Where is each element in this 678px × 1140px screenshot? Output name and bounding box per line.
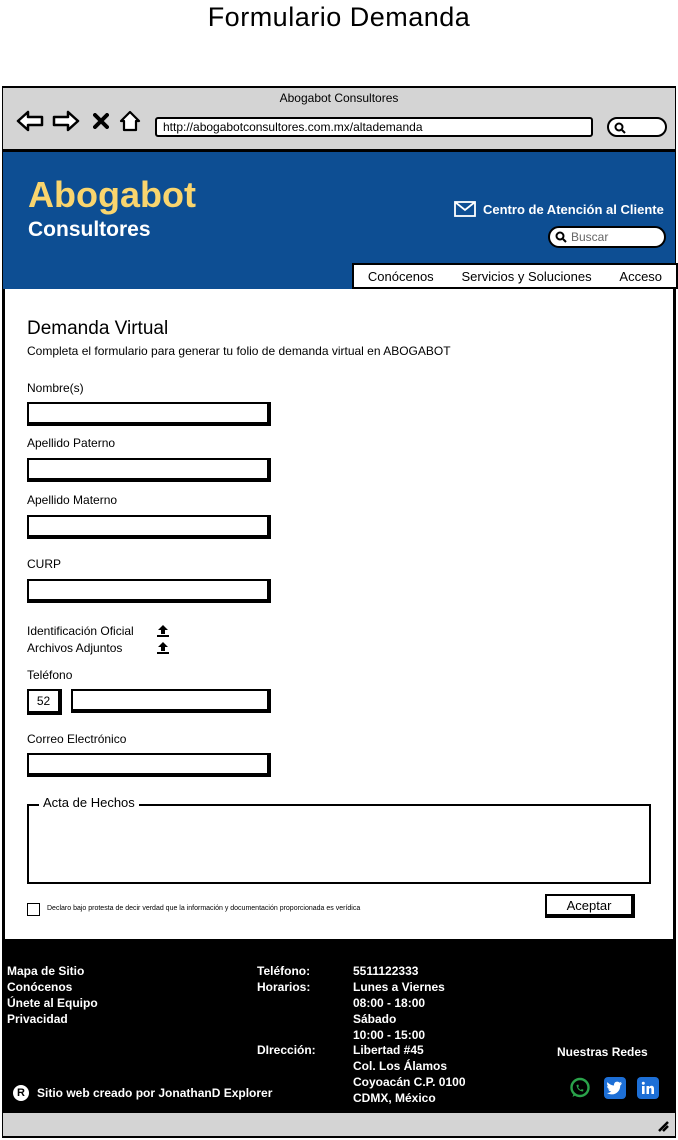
social-label: Nuestras Redes bbox=[557, 1045, 648, 1059]
label-identificacion: Identificación Oficial bbox=[27, 624, 134, 638]
linkedin-icon[interactable] bbox=[637, 1077, 659, 1099]
apellido-materno-field[interactable] bbox=[27, 515, 271, 539]
footer-links: Mapa de Sitio Conócenos Únete al Equipo … bbox=[7, 963, 98, 1027]
support-label: Centro de Atención al Cliente bbox=[483, 201, 664, 217]
menu-item-servicios[interactable]: Servicios y Soluciones bbox=[462, 269, 592, 284]
label-apellido-materno: Apellido Materno bbox=[27, 493, 118, 507]
label-apellido-paterno: Apellido Paterno bbox=[27, 436, 116, 450]
site-search[interactable] bbox=[548, 226, 666, 248]
site-search-input[interactable] bbox=[571, 230, 651, 244]
address-list: Libertad #45 Col. Los Álamos Coyoacán C.… bbox=[353, 1042, 466, 1106]
hours-label: Horarios: bbox=[257, 980, 311, 994]
registered-icon: R bbox=[13, 1085, 29, 1101]
search-icon bbox=[614, 122, 626, 134]
form-title: Demanda Virtual bbox=[27, 318, 169, 339]
declaration-text: Declaro bajo protesta de decir verdad qu… bbox=[47, 905, 361, 912]
support-link[interactable]: Centro de Atención al Cliente bbox=[454, 201, 664, 217]
label-adjuntos: Archivos Adjuntos bbox=[27, 641, 123, 655]
address-line: Coyoacán C.P. 0100 bbox=[353, 1075, 466, 1089]
site-footer: Mapa de Sitio Conócenos Únete al Equipo … bbox=[3, 939, 675, 1110]
apellido-paterno-field[interactable] bbox=[27, 458, 271, 482]
address-label: DIrección: bbox=[257, 1043, 316, 1057]
window-title: Abogabot Consultores bbox=[279, 91, 399, 105]
twitter-icon[interactable] bbox=[604, 1077, 626, 1099]
correo-input[interactable] bbox=[29, 755, 267, 773]
address-line: Libertad #45 bbox=[353, 1043, 424, 1057]
label-curp: CURP bbox=[27, 557, 62, 571]
browser-chrome: Abogabot Consultores http://abogabotcons… bbox=[3, 88, 675, 152]
forward-icon[interactable] bbox=[51, 108, 81, 134]
phone-prefix: 52 bbox=[27, 689, 62, 715]
hours-line: 10:00 - 15:00 bbox=[353, 1028, 426, 1042]
resize-handle-icon[interactable] bbox=[655, 1118, 669, 1132]
hours-list: Lunes a Viernes 08:00 - 18:00 Sábado 10:… bbox=[353, 979, 445, 1043]
upload-icon[interactable] bbox=[156, 641, 170, 655]
home-icon[interactable] bbox=[117, 108, 143, 134]
back-icon[interactable] bbox=[15, 108, 45, 134]
address-line: CDMX, México bbox=[353, 1091, 436, 1105]
acta-legend: Acta de Hechos bbox=[39, 795, 139, 810]
address-line: Col. Los Álamos bbox=[353, 1059, 448, 1073]
curp-input[interactable] bbox=[29, 581, 267, 599]
curp-field[interactable] bbox=[27, 579, 271, 603]
credit: R Sitio web creado por JonathanD Explore… bbox=[13, 1085, 272, 1101]
page-title: Formulario Demanda bbox=[207, 2, 471, 32]
telefono-field[interactable] bbox=[71, 689, 271, 713]
phone-label: Teléfono: bbox=[257, 964, 311, 978]
upload-icon[interactable] bbox=[156, 624, 170, 638]
form-description: Completa el formulario para generar tu f… bbox=[27, 344, 451, 358]
phone-value: 5511122333 bbox=[353, 964, 419, 978]
footer-link-privacidad[interactable]: Privacidad bbox=[7, 1011, 98, 1027]
menu-item-conocenos[interactable]: Conócenos bbox=[368, 269, 434, 284]
nombre-input[interactable] bbox=[29, 404, 267, 422]
credit-text: Sitio web creado por JonathanD Explorer bbox=[37, 1086, 273, 1100]
footer-link-mapa[interactable]: Mapa de Sitio bbox=[7, 963, 98, 979]
label-telefono: Teléfono bbox=[27, 668, 73, 682]
status-bar bbox=[3, 1110, 675, 1136]
hours-line: Sábado bbox=[353, 1012, 397, 1026]
footer-link-conocenos[interactable]: Conócenos bbox=[7, 979, 98, 995]
apellido-materno-input[interactable] bbox=[29, 517, 267, 535]
brand-subtitle: Consultores bbox=[28, 218, 151, 241]
hours-line: Lunes a Viernes bbox=[353, 980, 445, 994]
nombre-field[interactable] bbox=[27, 402, 271, 426]
search-icon bbox=[555, 231, 567, 243]
acta-textarea[interactable] bbox=[27, 804, 651, 884]
correo-field[interactable] bbox=[27, 753, 271, 777]
menu-item-acceso[interactable]: Acceso bbox=[619, 269, 662, 284]
label-correo: Correo Electrónico bbox=[27, 732, 127, 746]
whatsapp-icon[interactable] bbox=[569, 1077, 591, 1099]
url-bar[interactable]: http://abogabotconsultores.com.mx/altade… bbox=[155, 117, 593, 137]
label-nombre: Nombre(s) bbox=[27, 381, 84, 395]
hours-line: 08:00 - 18:00 bbox=[353, 996, 426, 1010]
brand-logo[interactable]: Abogabot bbox=[28, 174, 196, 216]
main-menu: Conócenos Servicios y Soluciones Acceso bbox=[352, 263, 678, 289]
declaration-checkbox[interactable] bbox=[27, 903, 40, 916]
footer-link-equipo[interactable]: Únete al Equipo bbox=[7, 995, 98, 1011]
site-header: Abogabot Consultores Centro de Atención … bbox=[3, 152, 678, 289]
mail-icon bbox=[454, 201, 476, 217]
browser-search-field[interactable] bbox=[607, 117, 667, 137]
apellido-paterno-input[interactable] bbox=[29, 460, 267, 478]
accept-button[interactable]: Aceptar bbox=[545, 894, 635, 918]
telefono-input[interactable] bbox=[73, 691, 267, 709]
stop-icon[interactable] bbox=[91, 108, 111, 134]
